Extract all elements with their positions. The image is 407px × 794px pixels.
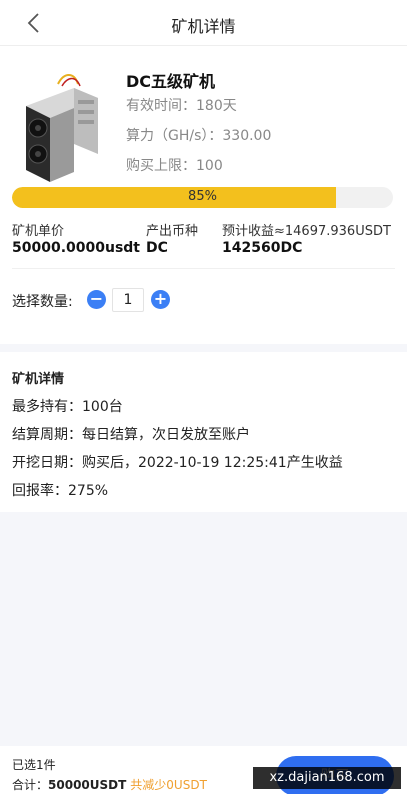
- detail-return-rate: 回报率：275%: [12, 483, 109, 499]
- total-amount: 50000USDT: [48, 778, 127, 792]
- header-bar: 矿机详情: [0, 0, 407, 46]
- progress-label: 85%: [188, 189, 217, 204]
- miner-validity: 有效时间：180天: [126, 98, 237, 114]
- quantity-label: 选择数量:: [12, 294, 73, 310]
- selected-count: 已选1件: [12, 758, 56, 772]
- watermark: xz.dajian168.com: [253, 767, 401, 789]
- detail-mining-date: 开挖日期：购买后，2022-10-19 12:25:41产生收益: [12, 455, 343, 471]
- page-title: 矿机详情: [171, 17, 236, 36]
- divider: [12, 268, 395, 269]
- expected-income-label: 预计收益≈14697.936USDT: [222, 224, 391, 239]
- details-title: 矿机详情: [12, 372, 65, 387]
- unit-price-value: 50000.0000usdt: [12, 240, 141, 256]
- detail-settlement-cycle: 结算周期：每日结算，次日发放至账户: [12, 427, 250, 443]
- miner-purchase-limit: 购买上限：100: [126, 158, 223, 174]
- unit-price-label: 矿机单价: [12, 224, 65, 239]
- details-section: 矿机详情 最多持有：100台 结算周期：每日结算，次日发放至账户 开挖日期：购买…: [0, 352, 407, 512]
- miner-card: DC五级矿机 有效时间：180天 算力（GH/s）：330.00 购买上限：10…: [0, 46, 407, 344]
- total-line: 合计：50000USDT 共减少0USDT: [12, 776, 207, 793]
- total-label: 合计：: [12, 778, 49, 792]
- saving-text: 共减少0USDT: [130, 778, 207, 792]
- expected-income-value: 142560DC: [222, 240, 303, 256]
- decrease-quantity-button[interactable]: −: [87, 290, 106, 309]
- miner-image: [18, 70, 106, 190]
- sales-progress-bar: 85%: [12, 187, 393, 208]
- increase-quantity-button[interactable]: +: [151, 290, 170, 309]
- miner-hashrate: 算力（GH/s）：330.00: [126, 128, 272, 144]
- miner-name: DC五级矿机: [126, 72, 216, 91]
- quantity-input[interactable]: 1: [112, 288, 144, 312]
- output-coin-value: DC: [146, 240, 168, 256]
- output-coin-label: 产出币种: [146, 224, 199, 239]
- detail-max-holding: 最多持有：100台: [12, 399, 123, 415]
